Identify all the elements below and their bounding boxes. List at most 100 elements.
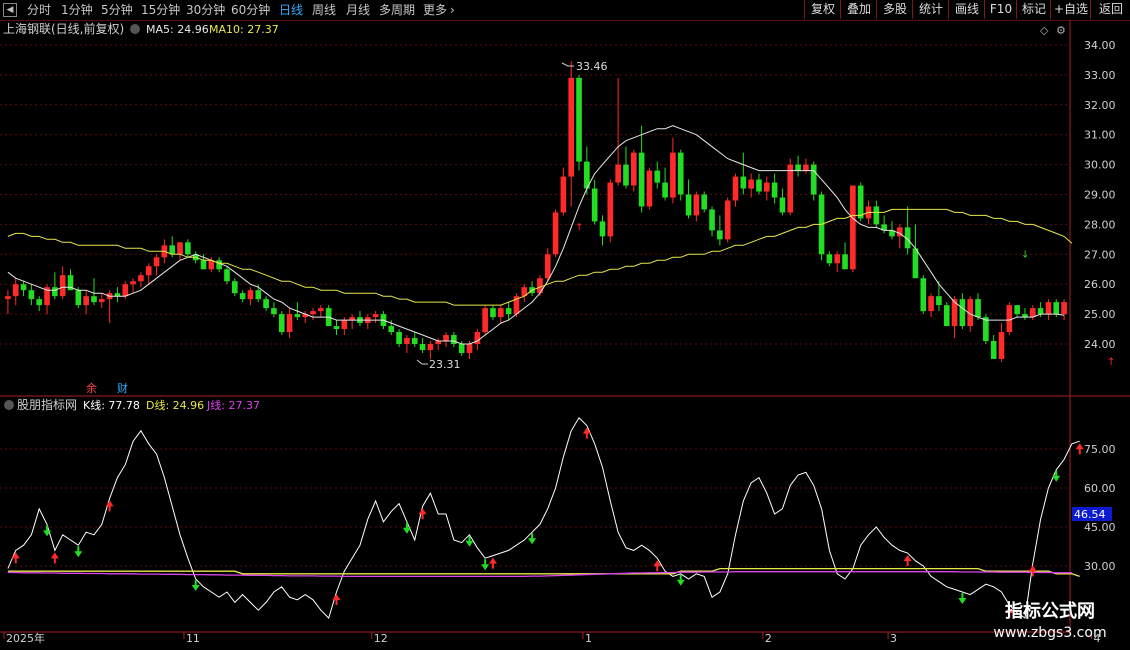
candle-down bbox=[490, 308, 496, 318]
candle-down bbox=[717, 230, 723, 240]
date-axis-label: 2025年 bbox=[6, 631, 45, 645]
gear-icon[interactable]: ⚙ bbox=[1056, 24, 1066, 37]
candle-up bbox=[59, 275, 66, 297]
signal-up-arrow bbox=[488, 557, 497, 569]
candle-down bbox=[458, 344, 465, 353]
tab-15min[interactable]: 15分钟 bbox=[141, 1, 180, 19]
candle-down bbox=[91, 296, 97, 303]
candle-down bbox=[411, 338, 418, 344]
candle-down bbox=[200, 260, 207, 270]
settings-toggle-icon[interactable] bbox=[130, 24, 140, 34]
multi-stock-button[interactable]: 多股 bbox=[876, 0, 913, 19]
signal-up-arrow bbox=[1075, 443, 1084, 455]
candle-down bbox=[709, 209, 715, 231]
event-marker-yu[interactable]: 余 bbox=[86, 381, 97, 395]
candle-down bbox=[677, 152, 684, 195]
candle-down bbox=[936, 296, 942, 306]
tab-5min[interactable]: 5分钟 bbox=[101, 1, 133, 19]
candle-down bbox=[685, 194, 692, 216]
f10-button[interactable]: F10 bbox=[984, 0, 1017, 19]
candle-down bbox=[943, 305, 950, 327]
signal-down-arrow bbox=[958, 593, 967, 604]
price-tag-value: 46.54 bbox=[1074, 508, 1106, 521]
indicator-line bbox=[7, 567, 1080, 578]
collapse-icon[interactable]: ◀ bbox=[3, 3, 17, 17]
tab-weekly[interactable]: 周线 bbox=[312, 1, 336, 19]
candle-down bbox=[185, 242, 191, 255]
tab-multi-period[interactable]: 多周期 bbox=[379, 1, 415, 19]
signal-up-arrow bbox=[903, 555, 912, 566]
candle-down bbox=[1014, 305, 1020, 315]
candle-down bbox=[857, 185, 864, 219]
indicator-axis-label: 30.00 bbox=[1084, 560, 1116, 573]
candle-down bbox=[75, 290, 82, 306]
k-line-label: K线: 77.78 bbox=[83, 398, 140, 412]
candle-down bbox=[169, 245, 176, 255]
signal-up-arrow bbox=[582, 427, 591, 439]
candle-down bbox=[294, 314, 301, 318]
event-marker-cai[interactable]: 财 bbox=[117, 381, 128, 395]
candle-up bbox=[763, 182, 770, 192]
candle-up bbox=[427, 344, 434, 350]
candle-up bbox=[482, 308, 488, 333]
candle-up bbox=[732, 176, 739, 201]
candle-down bbox=[779, 197, 786, 213]
sell-marker: ↓ bbox=[1021, 249, 1029, 260]
candle-down bbox=[263, 299, 269, 309]
high-pointer bbox=[561, 62, 574, 67]
tab-monthly[interactable]: 月线 bbox=[346, 1, 370, 19]
watermark-url: www.zbgs3.com bbox=[993, 625, 1107, 641]
candle-up bbox=[568, 77, 575, 177]
candle-up bbox=[98, 299, 105, 303]
candle-up bbox=[928, 296, 934, 312]
candle-up bbox=[787, 164, 794, 213]
add-watchlist-button[interactable]: +自选 bbox=[1050, 0, 1091, 19]
back-button[interactable]: 返回 bbox=[1090, 0, 1130, 19]
tab-more[interactable]: 更多 bbox=[423, 1, 447, 19]
candle-up bbox=[286, 314, 293, 333]
overlay-button[interactable]: 叠加 bbox=[840, 0, 877, 19]
statistics-button[interactable]: 统计 bbox=[912, 0, 949, 19]
candle-down bbox=[396, 332, 402, 344]
candle-up bbox=[122, 284, 129, 297]
date-axis-label: 12 bbox=[374, 632, 388, 645]
candle-down bbox=[505, 308, 512, 315]
candle-up bbox=[1045, 302, 1052, 315]
indicator-price-tag: 46.54 bbox=[1072, 507, 1112, 521]
price-axis-label: 29.00 bbox=[1084, 189, 1116, 202]
ma10-label: MA10: 27.37 bbox=[209, 23, 279, 36]
tab-30min[interactable]: 30分钟 bbox=[186, 1, 225, 19]
stock-chart[interactable]: ↑ ↓ ↑ 24.00 25.00 26.00 27.00 28.00 29.00 30.00 3… bbox=[0, 20, 1130, 650]
signal-down-arrow bbox=[676, 574, 685, 586]
tab-1min[interactable]: 1分钟 bbox=[61, 1, 93, 19]
indicator-axis-label: 45.00 bbox=[1084, 521, 1116, 534]
fuquan-button[interactable]: 复权 bbox=[804, 0, 841, 19]
date-axis-label: 11 bbox=[186, 632, 200, 645]
main-header: 上海钢联(日线,前复权) MA5: 24.96 MA10: 27.37 ◇ ⚙ bbox=[3, 21, 1066, 37]
candle-down bbox=[591, 188, 598, 222]
candle-down bbox=[873, 206, 880, 225]
candle-down bbox=[623, 164, 629, 186]
candle-up bbox=[145, 266, 152, 276]
indicator-axis-label: 75.00 bbox=[1084, 443, 1116, 456]
candle-up bbox=[310, 311, 316, 315]
mark-button[interactable]: 标记 bbox=[1016, 0, 1051, 19]
candle-down bbox=[36, 299, 43, 306]
draw-line-button[interactable]: 画线 bbox=[948, 0, 985, 19]
price-axis-label: 34.00 bbox=[1084, 39, 1116, 52]
candle-up bbox=[177, 242, 183, 255]
candle-up bbox=[630, 152, 637, 186]
candle-down bbox=[52, 287, 58, 297]
diamond-icon[interactable]: ◇ bbox=[1040, 24, 1049, 37]
candle-up bbox=[1061, 302, 1067, 315]
candle-down bbox=[1053, 302, 1060, 315]
candle-up bbox=[466, 344, 473, 353]
tab-fenshi[interactable]: 分时 bbox=[27, 1, 51, 19]
more-chevron-icon[interactable]: › bbox=[450, 1, 455, 19]
candle-down bbox=[216, 260, 222, 270]
indicator-toggle-icon[interactable] bbox=[4, 400, 14, 410]
candle-down bbox=[959, 299, 966, 327]
tab-60min[interactable]: 60分钟 bbox=[231, 1, 270, 19]
candle-up bbox=[5, 296, 11, 300]
tab-daily[interactable]: 日线 bbox=[279, 1, 303, 19]
